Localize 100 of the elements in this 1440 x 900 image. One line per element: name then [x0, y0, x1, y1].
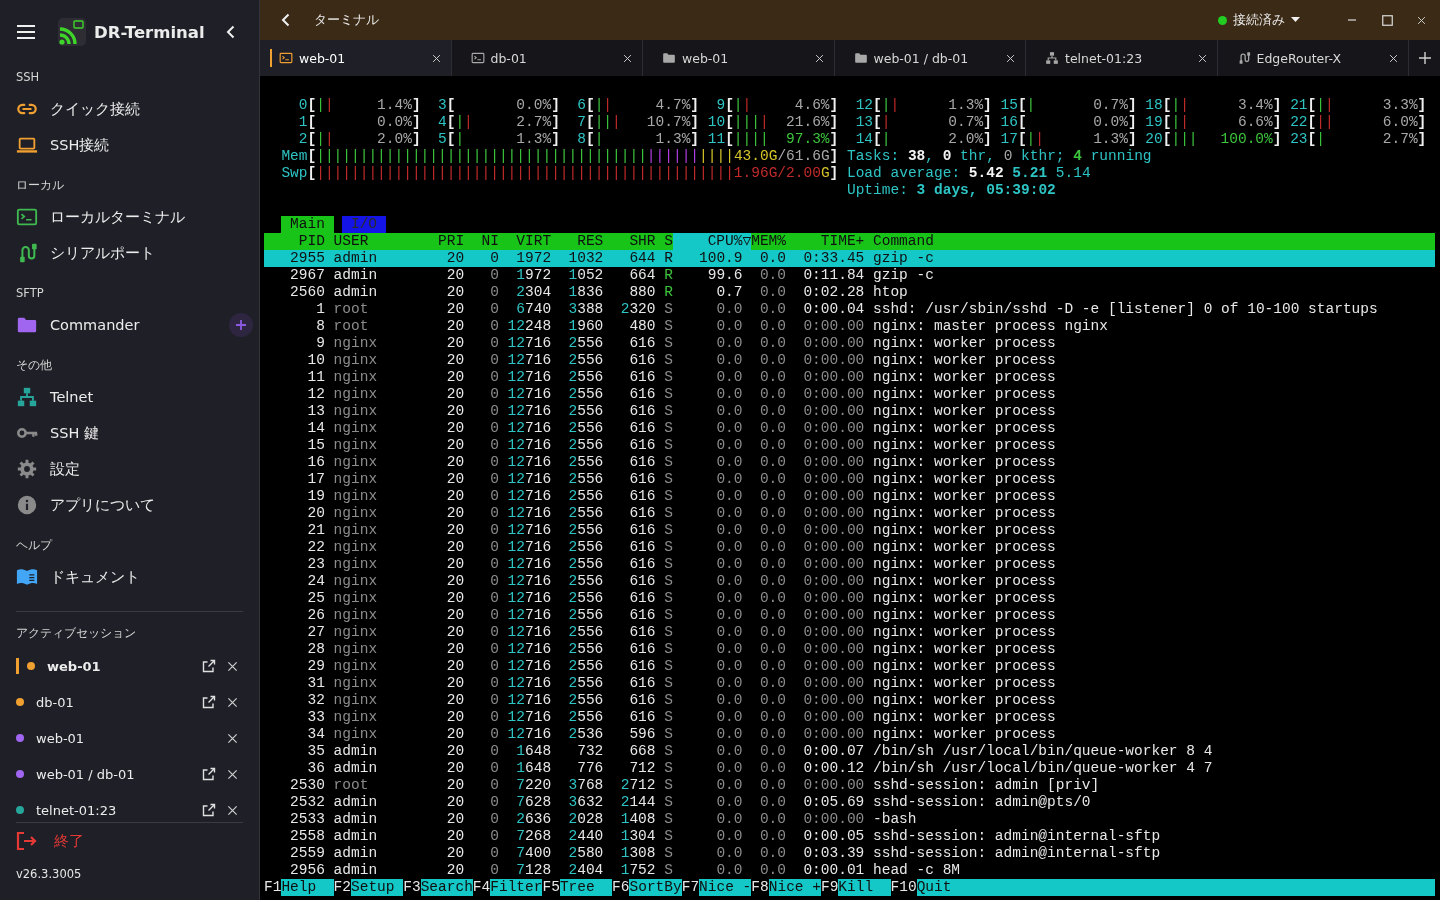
table-row[interactable]: 1 root 20 0 6740 3388 2320 S 0.0 0.0 0:00.04 sshd: /usr/sbin/sshd -D -e [listener] 0 of 10-100 startups: [264, 301, 1435, 318]
close-icon[interactable]: [1389, 53, 1398, 63]
session-item[interactable]: telnet-01:23: [16, 792, 243, 828]
function-key[interactable]: F3Search: [403, 879, 473, 896]
close-icon[interactable]: [227, 768, 238, 780]
column-header[interactable]: NI: [464, 233, 499, 250]
close-icon[interactable]: [227, 660, 238, 672]
exit-item[interactable]: 終了: [16, 826, 243, 856]
table-row[interactable]: 2533 admin 20 0 2636 2028 1408 S 0.0 0.0 0:00.00 -bash: [264, 811, 1435, 828]
column-header[interactable]: PID: [264, 233, 325, 250]
popout-icon[interactable]: [202, 803, 216, 817]
table-row[interactable]: 15 nginx 20 0 12716 2556 616 S 0.0 0.0 0:00.00 nginx: worker process: [264, 437, 1435, 454]
close-icon[interactable]: [227, 696, 238, 708]
menu-icon[interactable]: [16, 24, 36, 40]
function-key[interactable]: F10Quit: [890, 879, 1435, 896]
close-icon[interactable]: [431, 53, 441, 63]
table-row[interactable]: 14 nginx 20 0 12716 2556 616 S 0.0 0.0 0:00.00 nginx: worker process: [264, 420, 1435, 437]
close-icon[interactable]: [227, 804, 238, 816]
table-cell-text: nginx: [332, 352, 379, 369]
table-row[interactable]: 33 nginx 20 0 12716 2556 616 S 0.0 0.0 0:00.00 nginx: worker process: [264, 709, 1435, 726]
close-icon[interactable]: [1006, 53, 1015, 63]
session-item[interactable]: web-01 / db-01: [16, 756, 243, 792]
table-row[interactable]: 24 nginx 20 0 12716 2556 616 S 0.0 0.0 0:00.00 nginx: worker process: [264, 573, 1435, 590]
table-row[interactable]: 12 nginx 20 0 12716 2556 616 S 0.0 0.0 0:00.00 nginx: worker process: [264, 386, 1435, 403]
nav-item[interactable]: ローカルターミナル: [16, 199, 243, 235]
close-icon[interactable]: [1197, 53, 1207, 63]
table-row[interactable]: 2956 admin 20 0 7128 2404 1752 S 0.0 0.0 0:00.01 head -c 8M: [264, 862, 1435, 879]
table-row[interactable]: 34 nginx 20 0 12716 2536 596 S 0.0 0.0 0:00.00 nginx: worker process: [264, 726, 1435, 743]
function-key[interactable]: F9Kill: [820, 879, 891, 896]
popout-icon[interactable]: [202, 659, 216, 673]
table-row[interactable]: 20 nginx 20 0 12716 2556 616 S 0.0 0.0 0:00.00 nginx: worker process: [264, 505, 1435, 522]
table-row[interactable]: 2558 admin 20 0 7268 2440 1304 S 0.0 0.0 0:00.05 sshd-session: admin@internal-sftp: [264, 828, 1435, 845]
session-item[interactable]: db-01: [16, 684, 243, 720]
table-row[interactable]: 8 root 20 0 12248 1960 480 S 0.0 0.0 0:00.00 nginx: master process nginx: [264, 318, 1435, 335]
table-row[interactable]: 23 nginx 20 0 12716 2556 616 S 0.0 0.0 0:00.00 nginx: worker process: [264, 556, 1435, 573]
table-row[interactable]: 36 admin 20 0 1648 776 712 S 0.0 0.0 0:00.12 /bin/sh /usr/local/bin/queue-worker 4 7: [264, 760, 1435, 777]
function-key[interactable]: F4Filter: [472, 879, 543, 896]
popout-icon[interactable]: [202, 695, 216, 709]
table-row[interactable]: 28 nginx 20 0 12716 2556 616 S 0.0 0.0 0:00.00 nginx: worker process: [264, 641, 1435, 658]
table-row[interactable]: 22 nginx 20 0 12716 2556 616 S 0.0 0.0 0:00.00 nginx: worker process: [264, 539, 1435, 556]
function-key[interactable]: F6SortBy: [612, 879, 682, 896]
column-header[interactable]: VIRT: [498, 233, 552, 250]
table-row[interactable]: 2560 admin 20 0 2304 1836 880 R 0.7 0.0 0:02.28 htop: [264, 284, 1435, 301]
back-icon[interactable]: [280, 13, 292, 27]
nav-item[interactable]: Commander: [16, 307, 253, 343]
column-header[interactable]: TIME+: [786, 233, 865, 250]
function-key[interactable]: F5Tree: [542, 879, 613, 896]
table-row[interactable]: 11 nginx 20 0 12716 2556 616 S 0.0 0.0 0:00.00 nginx: worker process: [264, 369, 1435, 386]
add-tab-icon[interactable]: [1419, 52, 1431, 64]
column-header[interactable]: RES: [551, 233, 604, 250]
table-row[interactable]: 19 nginx 20 0 12716 2556 616 S 0.0 0.0 0:00.00 nginx: worker process: [264, 488, 1435, 505]
function-key[interactable]: F7Nice -: [681, 879, 752, 896]
column-header[interactable]: S: [655, 233, 673, 250]
table-row[interactable]: 27 nginx 20 0 12716 2556 616 S 0.0 0.0 0:00.00 nginx: worker process: [264, 624, 1435, 641]
table-row[interactable]: 2532 admin 20 0 7628 3632 2144 S 0.0 0.0 0:05.69 sshd-session: admin@pts/0: [264, 794, 1435, 811]
close-icon[interactable]: [623, 53, 632, 63]
session-item[interactable]: web-01: [16, 720, 243, 756]
function-key[interactable]: F8Nice +: [751, 879, 821, 896]
nav-item[interactable]: クイック接続: [16, 91, 243, 127]
nav-item[interactable]: 設定: [16, 451, 243, 487]
chevron-left-icon[interactable]: [225, 25, 237, 39]
table-row[interactable]: 2955 admin 20 0 1972 1032 644 R 100.9 0.0 0:33.45 gzip -c: [264, 250, 1435, 267]
table-row[interactable]: 10 nginx 20 0 12716 2556 616 S 0.0 0.0 0:00.00 nginx: worker process: [264, 352, 1435, 369]
table-row[interactable]: 32 nginx 20 0 12716 2556 616 S 0.0 0.0 0:00.00 nginx: worker process: [264, 692, 1435, 709]
function-key[interactable]: F1Help: [264, 879, 334, 896]
table-row[interactable]: 21 nginx 20 0 12716 2556 616 S 0.0 0.0 0:00.00 nginx: worker process: [264, 522, 1435, 539]
column-header[interactable]: MEM%: [751, 233, 786, 250]
table-row[interactable]: 35 admin 20 0 1648 732 668 S 0.0 0.0 0:00.07 /bin/sh /usr/local/bin/queue-worker 8 4: [264, 743, 1435, 760]
table-row[interactable]: 26 nginx 20 0 12716 2556 616 S 0.0 0.0 0:00.00 nginx: worker process: [264, 607, 1435, 624]
close-icon[interactable]: [1417, 15, 1426, 25]
table-row[interactable]: 16 nginx 20 0 12716 2556 616 S 0.0 0.0 0:00.00 nginx: worker process: [264, 454, 1435, 471]
table-row[interactable]: 9 nginx 20 0 12716 2556 616 S 0.0 0.0 0:00.00 nginx: worker process: [264, 335, 1435, 352]
table-row[interactable]: 2967 admin 20 0 1972 1052 664 R 99.6 0.0 0:11.84 gzip -c: [264, 267, 1435, 284]
table-row[interactable]: 31 nginx 20 0 12716 2556 616 S 0.0 0.0 0:00.00 nginx: worker process: [264, 675, 1435, 692]
close-icon[interactable]: [227, 732, 238, 744]
table-row[interactable]: 2530 root 20 0 7220 3768 2712 S 0.0 0.0 0:00.00 sshd-session: admin [priv]: [264, 777, 1435, 794]
column-header[interactable]: SHR: [603, 233, 656, 250]
nav-item[interactable]: ドキュメント: [16, 559, 243, 595]
column-header[interactable]: CPU%▽: [672, 233, 752, 250]
table-row[interactable]: 17 nginx 20 0 12716 2556 616 S 0.0 0.0 0:00.00 nginx: worker process: [264, 471, 1435, 488]
nav-item[interactable]: Telnet: [16, 379, 243, 415]
tab[interactable]: web-01: [260, 40, 452, 76]
connection-status[interactable]: 接続済み: [1218, 11, 1300, 29]
table-row[interactable]: 29 nginx 20 0 12716 2556 616 S 0.0 0.0 0:00.00 nginx: worker process: [264, 658, 1435, 675]
table-row[interactable]: 25 nginx 20 0 12716 2556 616 S 0.0 0.0 0:00.00 nginx: worker process: [264, 590, 1435, 607]
screen-tab[interactable]: Main: [281, 216, 334, 233]
column-header[interactable]: Command: [864, 233, 1435, 250]
maximize-icon[interactable]: [1382, 14, 1393, 26]
close-icon[interactable]: [814, 53, 824, 63]
nav-item[interactable]: アプリについて: [16, 487, 243, 523]
column-header[interactable]: PRI: [429, 233, 465, 250]
table-row[interactable]: 13 nginx 20 0 12716 2556 616 S 0.0 0.0 0:00.00 nginx: worker process: [264, 403, 1435, 420]
column-header[interactable]: USER: [324, 233, 430, 250]
session-item[interactable]: web-01: [16, 648, 243, 684]
nav-item[interactable]: SSH接続: [16, 127, 243, 163]
table-row[interactable]: 2559 admin 20 0 7400 2580 1308 S 0.0 0.0 0:03.39 sshd-session: admin@internal-sftp: [264, 845, 1435, 862]
add-button[interactable]: [229, 313, 253, 337]
nav-item[interactable]: シリアルポート: [16, 235, 243, 271]
popout-icon[interactable]: [202, 767, 216, 781]
nav-item[interactable]: SSH 鍵: [16, 415, 243, 451]
